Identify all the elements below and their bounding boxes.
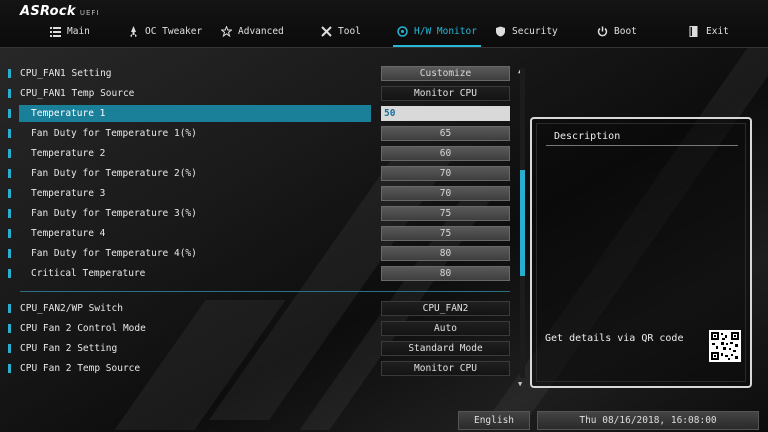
row-marker [8, 169, 11, 178]
row-marker [8, 304, 11, 313]
scroll-down-icon[interactable]: ▼ [518, 380, 522, 388]
fan-duty-2-value[interactable]: 70 [381, 166, 510, 181]
setting-row-fan-duty-3[interactable]: Fan Duty for Temperature 3(%) [8, 205, 197, 222]
row-marker [8, 109, 11, 118]
setting-row-temperature-2[interactable]: Temperature 2 [8, 145, 105, 162]
tab-advanced[interactable]: Advanced [221, 23, 284, 39]
setting-row-critical-temperature[interactable]: Critical Temperature [8, 265, 145, 282]
tab-exit[interactable]: Exit [689, 23, 729, 39]
row-marker [8, 129, 11, 138]
setting-row-temperature-1[interactable]: Temperature 1 [8, 105, 371, 122]
qr-code-icon [709, 330, 741, 362]
fan-duty-4-value[interactable]: 80 [381, 246, 510, 261]
scrollbar-thumb[interactable] [520, 170, 525, 276]
row-marker [8, 189, 11, 198]
tab-security[interactable]: Security [495, 23, 558, 39]
qr-code-caption: Get details via QR code [545, 333, 684, 344]
temperature-1-input[interactable]: 50 [381, 106, 510, 121]
temperature-2-value[interactable]: 60 [381, 146, 510, 161]
setting-label: Temperature 4 [31, 228, 106, 239]
setting-label: CPU Fan 2 Control Mode [20, 323, 146, 334]
row-marker [8, 344, 11, 353]
section-divider [20, 291, 510, 292]
power-icon [597, 26, 608, 37]
setting-row-cpu-fan2-setting[interactable]: CPU Fan 2 Setting [8, 340, 117, 357]
tab-main[interactable]: Main [50, 23, 90, 39]
cpu-fan2-setting-value[interactable]: Standard Mode [381, 341, 510, 356]
tab-tool[interactable]: Tool [321, 23, 361, 39]
setting-label: Fan Duty for Temperature 4(%) [31, 248, 197, 259]
cpu-fan1-temp-source-value[interactable]: Monitor CPU [381, 86, 510, 101]
row-marker [8, 324, 11, 333]
tab-oc-tweaker[interactable]: OC Tweaker [128, 23, 202, 39]
setting-label: CPU_FAN1 Temp Source [20, 88, 135, 99]
cpu-fan2-control-mode-value[interactable]: Auto [381, 321, 510, 336]
setting-row-temperature-4[interactable]: Temperature 4 [8, 225, 105, 242]
temperature-3-value[interactable]: 70 [381, 186, 510, 201]
shield-icon [495, 26, 506, 37]
setting-label: Fan Duty for Temperature 1(%) [31, 128, 197, 139]
setting-row-temperature-3[interactable]: Temperature 3 [8, 185, 105, 202]
list-icon [50, 26, 61, 37]
description-title: Description [554, 131, 621, 142]
setting-label: CPU Fan 2 Setting [20, 343, 118, 354]
tools-icon [321, 25, 332, 37]
setting-row-fan-duty-2[interactable]: Fan Duty for Temperature 2(%) [8, 165, 197, 182]
setting-label: Fan Duty for Temperature 3(%) [31, 208, 197, 219]
setting-row-cpu-fan2-wp-switch[interactable]: CPU_FAN2/WP Switch [8, 300, 123, 317]
setting-row-cpu-fan1-temp-source[interactable]: CPU_FAN1 Temp Source [8, 85, 134, 102]
setting-row-cpu-fan2-control-mode[interactable]: CPU Fan 2 Control Mode [8, 320, 146, 337]
fan-duty-3-value[interactable]: 75 [381, 206, 510, 221]
setting-label: Temperature 1 [31, 108, 106, 119]
rocket-icon [128, 25, 139, 37]
cpu-fan1-setting-value[interactable]: Customize [381, 66, 510, 81]
brand-logo: ASRock UEFI [20, 4, 100, 19]
row-marker [8, 269, 11, 278]
temperature-4-value[interactable]: 75 [381, 226, 510, 241]
setting-row-fan-duty-4[interactable]: Fan Duty for Temperature 4(%) [8, 245, 197, 262]
row-marker [8, 364, 11, 373]
exit-icon [689, 25, 700, 37]
monitor-icon [397, 25, 408, 37]
star-icon [221, 25, 232, 37]
setting-label: Critical Temperature [31, 268, 146, 279]
top-nav-bar: ASRock UEFI Main OC Tweaker Advanced Tool… [0, 0, 768, 48]
row-marker [8, 149, 11, 158]
cpu-fan2-temp-source-value[interactable]: Monitor CPU [381, 361, 510, 376]
row-marker [8, 229, 11, 238]
setting-row-fan-duty-1[interactable]: Fan Duty for Temperature 1(%) [8, 125, 197, 142]
description-underline [546, 145, 738, 146]
setting-label: Temperature 2 [31, 148, 106, 159]
row-marker [8, 209, 11, 218]
tab-hw-monitor[interactable]: H/W Monitor [393, 23, 481, 47]
cpu-fan2-wp-switch-value[interactable]: CPU_FAN2 [381, 301, 510, 316]
fan-duty-1-value[interactable]: 65 [381, 126, 510, 141]
setting-label: CPU Fan 2 Temp Source [20, 363, 141, 374]
tab-boot[interactable]: Boot [597, 23, 637, 39]
description-panel: Description Get details via QR code [530, 117, 752, 388]
setting-label: Fan Duty for Temperature 2(%) [31, 168, 197, 179]
critical-temperature-value[interactable]: 80 [381, 266, 510, 281]
row-marker [8, 249, 11, 258]
row-marker [8, 89, 11, 98]
setting-label: CPU_FAN1 Setting [20, 68, 112, 79]
setting-row-cpu-fan1-setting[interactable]: CPU_FAN1 Setting [8, 65, 112, 82]
setting-label: CPU_FAN2/WP Switch [20, 303, 123, 314]
setting-label: Temperature 3 [31, 188, 106, 199]
row-marker [8, 69, 11, 78]
datetime-display: Thu 08/16/2018, 16:08:00 [537, 411, 759, 430]
setting-row-cpu-fan2-temp-source[interactable]: CPU Fan 2 Temp Source [8, 360, 140, 377]
language-selector[interactable]: English [458, 411, 530, 430]
